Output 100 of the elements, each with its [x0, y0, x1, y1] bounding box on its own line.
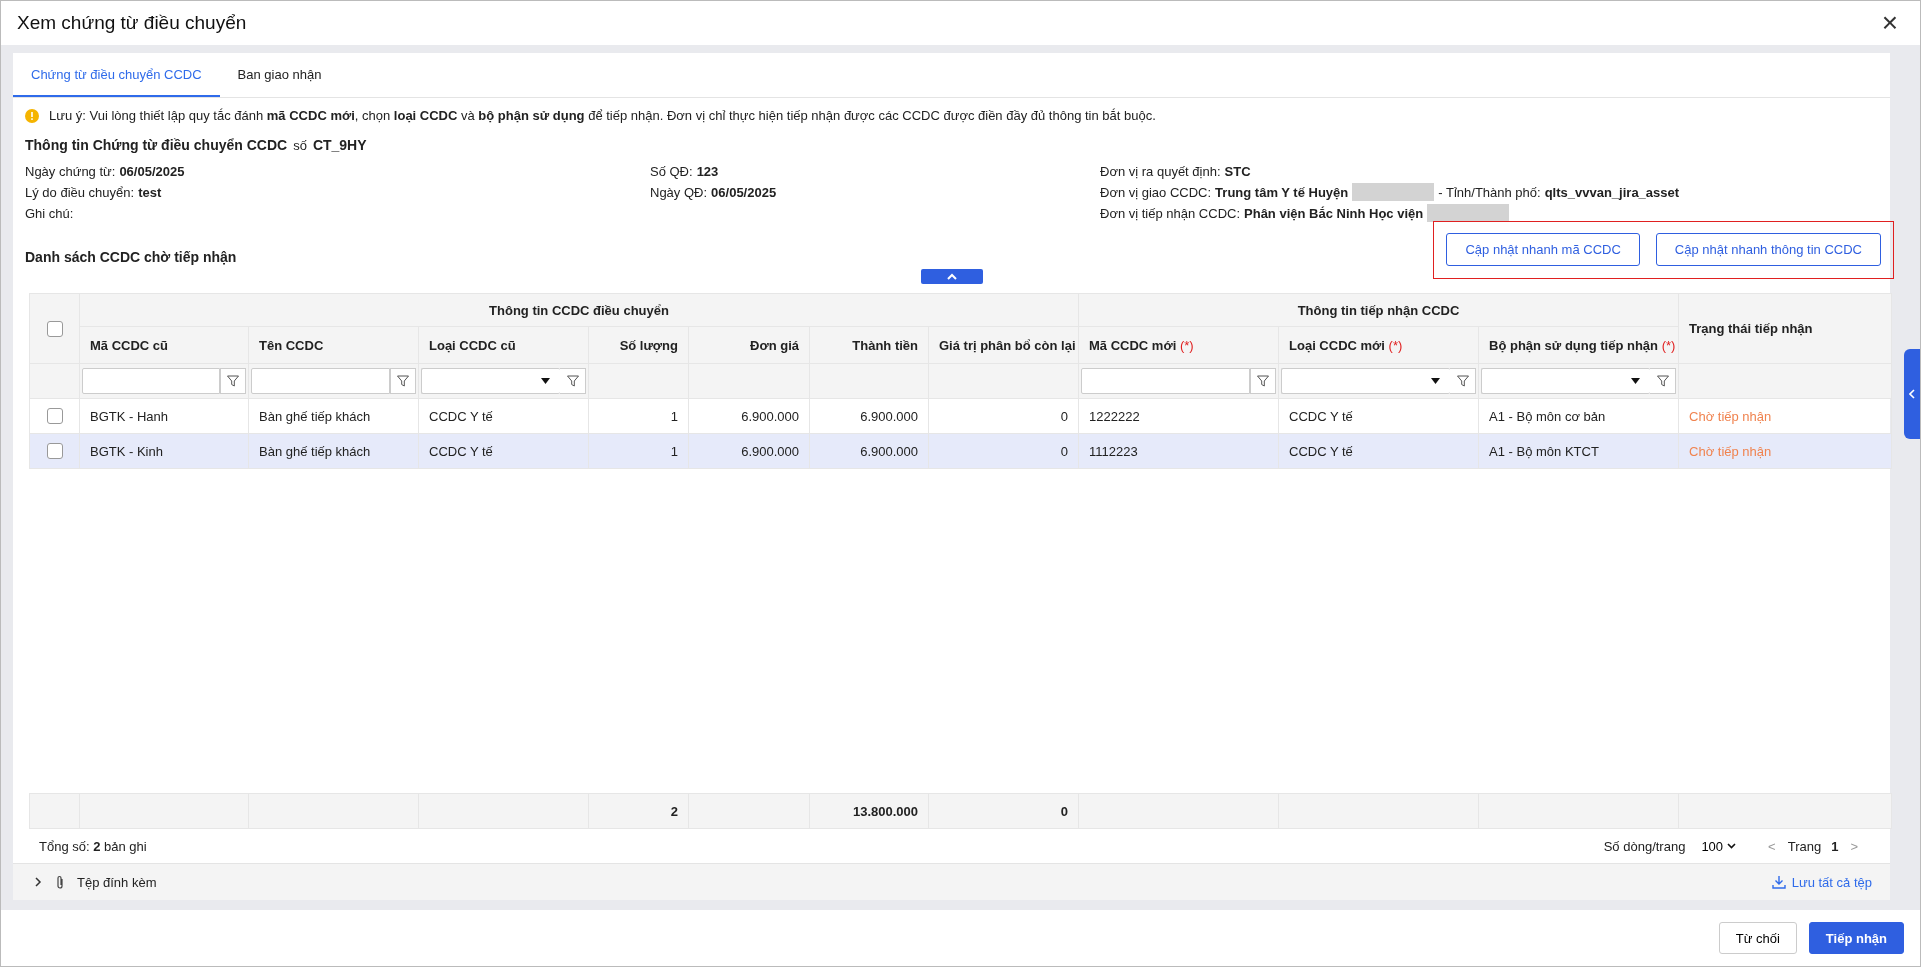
filter-input[interactable]	[1081, 368, 1250, 394]
table-cell: 6.900.000	[860, 408, 918, 424]
column-header: Số lượng	[619, 337, 678, 353]
save-all-link[interactable]: Lưu tất cả tệp	[1765, 873, 1878, 891]
caret-icon	[1431, 378, 1440, 384]
select-all-checkbox[interactable]	[46, 320, 63, 337]
table-cell: 1	[670, 443, 678, 459]
column-header: Đơn giá	[750, 337, 799, 353]
table-cell: 0	[1060, 443, 1068, 459]
field-label: Ngày chứng từ:	[25, 163, 116, 179]
reject-button[interactable]: Từ chối	[1718, 922, 1797, 954]
quick-update-button[interactable]: Cập nhật nhanh mã CCDC	[1446, 233, 1640, 266]
column-header: Trạng thái tiếp nhận	[1689, 321, 1813, 336]
previous-page-button[interactable]: <	[1766, 838, 1778, 854]
table-cell: BGTK - Hanh	[90, 408, 169, 424]
collapse-button[interactable]	[920, 269, 983, 284]
column-header: Mã CCDC cũ	[90, 337, 168, 353]
filter-button[interactable]	[390, 368, 416, 394]
window-title: Xem chứng từ điều chuyển	[17, 12, 247, 34]
row-checkbox[interactable]	[46, 408, 63, 425]
chevron-down-icon	[1727, 843, 1737, 849]
page-size-dropdown[interactable]: 100	[1695, 837, 1743, 855]
column-header: Tên CCDC	[259, 337, 324, 353]
field-label: Lý do điều chuyển:	[25, 184, 135, 200]
table-cell: CCDC Y tế	[1289, 443, 1353, 459]
filter-button[interactable]	[560, 368, 586, 394]
chevron-right-icon[interactable]	[33, 877, 43, 887]
accept-button[interactable]: Tiếp nhận	[1808, 922, 1904, 954]
table-cell: 1	[670, 408, 678, 424]
field-value: 06/05/2025	[711, 184, 777, 200]
filter-icon	[565, 374, 580, 388]
close-button[interactable]: ×	[1875, 9, 1904, 37]
status-text: Chờ tiếp nhận	[1689, 443, 1772, 459]
caret-icon	[541, 378, 550, 384]
field-label: Ghi chú:	[25, 205, 74, 221]
filter-icon	[1256, 374, 1270, 388]
filter-button[interactable]	[1650, 368, 1676, 394]
side-panel-toggle[interactable]	[1904, 349, 1920, 439]
table-cell: Bàn ghế tiếp khách	[259, 408, 371, 424]
table-cell: 1112223	[1089, 443, 1138, 459]
table-cell: A1 - Bộ môn KTCT	[1489, 443, 1599, 459]
table-cell: 1222222	[1089, 408, 1140, 424]
column-header: Bộ phận sử dụng tiếp nhận (*)	[1489, 337, 1676, 353]
field-value: 123	[696, 163, 719, 179]
table-cell: CCDC Y tế	[429, 443, 493, 459]
table-cell: BGTK - Kinh	[90, 443, 163, 459]
filter-button[interactable]	[1450, 368, 1476, 394]
field-label: Đơn vị giao CCDC:	[1100, 184, 1212, 200]
document-number: CT_9HY	[312, 137, 367, 153]
column-header: Loại CCDC cũ	[429, 337, 516, 353]
filter-icon	[226, 374, 240, 388]
column-group-header: Thông tin CCDC điều chuyển	[489, 302, 669, 318]
caret-icon	[1631, 378, 1640, 384]
column-group-header: Thông tin tiếp nhận CCDC	[1297, 302, 1460, 318]
table-cell: 6.900.000	[860, 443, 918, 459]
filter-icon	[1455, 374, 1470, 388]
column-header: Mã CCDC mới (*)	[1089, 337, 1194, 353]
filter-input[interactable]	[251, 368, 390, 394]
page-label: Trang	[1787, 838, 1822, 854]
quick-update-button[interactable]: Cập nhật nhanh thông tin CCDC	[1655, 233, 1881, 266]
filter-input[interactable]	[82, 368, 220, 394]
number-label: số	[293, 138, 307, 153]
next-page-button[interactable]: >	[1848, 838, 1860, 854]
field-label: Đơn vị ra quyết định:	[1100, 163, 1221, 179]
filter-icon	[396, 374, 410, 388]
field-value: qlts_vvvan_jira_asset	[1544, 184, 1680, 200]
list-title: Danh sách CCDC chờ tiếp nhận	[25, 249, 237, 265]
row-checkbox[interactable]	[46, 443, 63, 460]
column-header: Loại CCDC mới (*)	[1289, 337, 1403, 353]
table-cell: Bàn ghế tiếp khách	[259, 443, 371, 459]
column-header: Thành tiền	[852, 337, 918, 353]
total-cell: 13.800.000	[852, 803, 918, 819]
field-value: test	[138, 184, 162, 200]
paperclip-icon	[55, 874, 65, 890]
field-value: Phân viện Bắc Ninh Học viện	[1244, 205, 1424, 221]
warning-icon	[25, 108, 39, 123]
table-cell: 6.900.000	[741, 408, 799, 424]
record-count: Tổng số: 2 bản ghi	[39, 838, 147, 854]
table-cell: 6.900.000	[741, 443, 799, 459]
chevron-left-icon	[1909, 389, 1915, 399]
field-label: - Tỉnh/Thành phố:	[1438, 184, 1541, 200]
section-title: Thông tin Chứng từ điều chuyển CCDC	[25, 137, 288, 153]
tab[interactable]: Chứng từ điều chuyển CCDC	[13, 53, 220, 97]
tab[interactable]: Ban giao nhận	[219, 53, 340, 97]
table-cell: CCDC Y tế	[429, 408, 493, 424]
table-cell: 0	[1060, 408, 1068, 424]
field-value: STC	[1224, 163, 1251, 179]
status-text: Chờ tiếp nhận	[1689, 408, 1772, 424]
field-label: Ngày QĐ:	[650, 184, 708, 200]
filter-icon	[1655, 374, 1670, 388]
total-cell: 0	[1060, 803, 1068, 819]
page-number: 1	[1831, 838, 1839, 854]
total-cell: 2	[670, 803, 678, 819]
field-value: 06/05/2025	[119, 163, 185, 179]
field-label: Số QĐ:	[650, 163, 693, 179]
download-icon	[1771, 875, 1786, 889]
filter-button[interactable]	[220, 368, 246, 394]
field-value: Trung tâm Y tế Huyện	[1215, 184, 1349, 200]
filter-button[interactable]	[1250, 368, 1276, 394]
attachments-label: Tệp đính kèm	[77, 874, 157, 890]
